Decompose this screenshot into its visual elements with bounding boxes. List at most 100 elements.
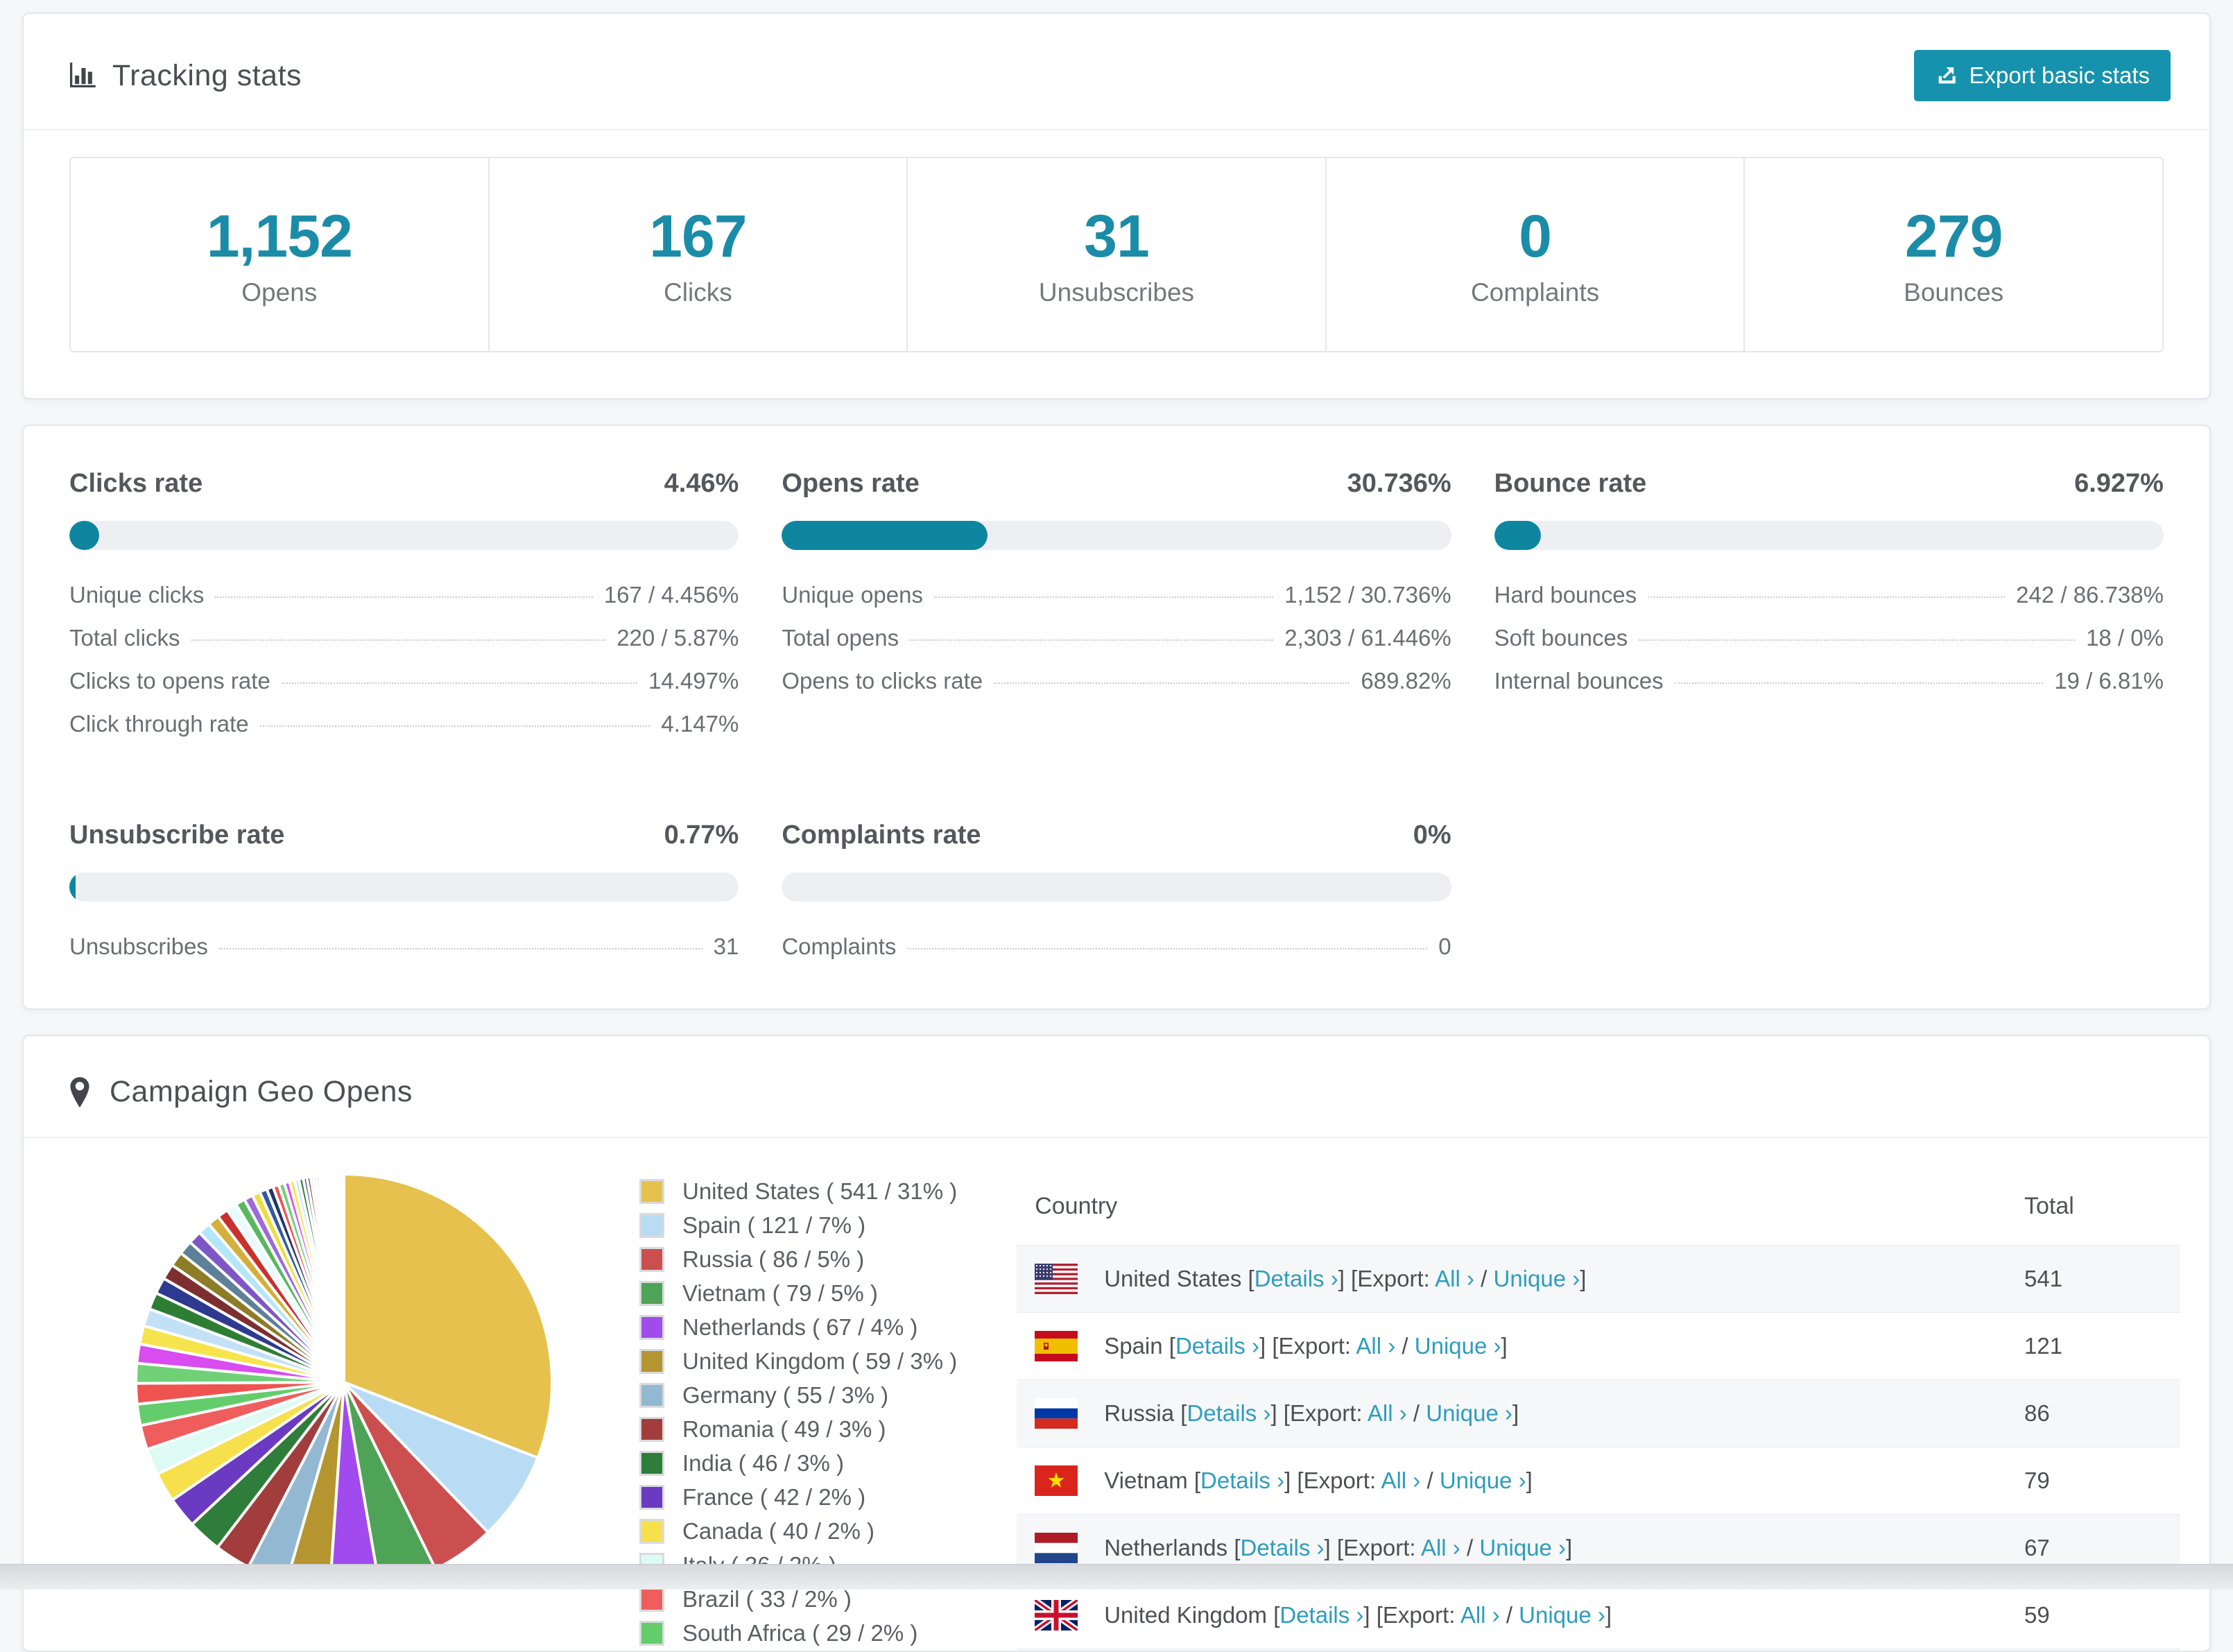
export-all-link-ru[interactable]: All ›: [1368, 1400, 1407, 1426]
export-unique-link-es[interactable]: Unique ›: [1415, 1333, 1501, 1359]
country-cell: Russia [Details ›] [Export: All › / Uniq…: [1104, 1400, 2024, 1427]
legend-label: Spain ( 121 / 7% ): [682, 1212, 865, 1239]
stat-value: 167: [649, 203, 747, 271]
rate-block-header: Opens rate30.736%: [782, 469, 1451, 499]
legend-label: France ( 42 / 2% ): [682, 1484, 865, 1511]
summary-stat-opens: 1,152Opens: [71, 158, 490, 351]
country-name: Netherlands: [1104, 1535, 1227, 1560]
progress-bar: [69, 521, 739, 550]
legend-label: United Kingdom ( 59 / 3% ): [682, 1348, 957, 1375]
detail-value: 689.82%: [1361, 668, 1451, 694]
legend-item-germany: Germany ( 55 / 3% ): [639, 1382, 957, 1409]
export-label: Export:: [1383, 1602, 1460, 1628]
progress-bar: [1494, 521, 2164, 550]
detail-label: Click through rate: [69, 711, 249, 737]
legend-label: Canada ( 40 / 2% ): [682, 1518, 874, 1545]
rate-block-opens-rate: Opens rate30.736% Unique opens1,152 / 30.…: [782, 469, 1451, 737]
country-cell: United Kingdom [Details ›] [Export: All …: [1104, 1602, 2024, 1628]
export-unique-link-gb[interactable]: Unique ›: [1519, 1602, 1605, 1628]
detail-label: Total opens: [782, 625, 899, 651]
dotted-leader: [934, 596, 1273, 598]
export-unique-link-vn[interactable]: Unique ›: [1440, 1468, 1526, 1493]
rate-detail-row: Unique opens1,152 / 30.736%: [782, 582, 1451, 608]
export-all-link-nl[interactable]: All ›: [1421, 1535, 1460, 1560]
total-cell: 86: [2024, 1400, 2180, 1427]
es-flag-icon: [1035, 1331, 1078, 1361]
table-row: Spain [Details ›] [Export: All › / Uniqu…: [1017, 1312, 2180, 1379]
export-unique-link-us[interactable]: Unique ›: [1493, 1266, 1580, 1291]
page-title: Tracking stats: [112, 59, 302, 93]
rate-value: 6.927%: [2074, 469, 2164, 499]
country-cell: Vietnam [Details ›] [Export: All › / Uni…: [1104, 1468, 2024, 1494]
stat-value: 31: [1084, 203, 1149, 271]
detail-value: 242 / 86.738%: [2016, 582, 2164, 608]
rate-title: Bounce rate: [1494, 469, 1647, 499]
details-link-ru[interactable]: Details ›: [1187, 1400, 1270, 1426]
details-link-nl[interactable]: Details ›: [1241, 1535, 1325, 1560]
bracket: [: [1174, 1400, 1187, 1426]
legend-swatch: [639, 1213, 664, 1238]
slash: /: [1395, 1333, 1415, 1359]
stat-value: 0: [1519, 203, 1551, 271]
rate-detail-rows: Complaints0: [782, 933, 1451, 960]
total-cell: 59: [2024, 1602, 2180, 1628]
legend-label: Russia ( 86 / 5% ): [682, 1246, 864, 1273]
export-all-link-gb[interactable]: All ›: [1460, 1602, 1500, 1628]
detail-label: Total clicks: [69, 625, 180, 651]
rate-value: 0.77%: [664, 820, 739, 850]
export-all-link-vn[interactable]: All ›: [1381, 1468, 1420, 1493]
summary-stat-complaints: 0Complaints: [1327, 158, 1745, 351]
bottom-scroll-band[interactable]: [0, 1564, 2233, 1590]
export-all-link-us[interactable]: All ›: [1435, 1266, 1474, 1291]
dotted-leader: [907, 948, 1427, 949]
rate-block-header: Bounce rate 6.927%: [1494, 469, 2164, 499]
detail-value: 18 / 0%: [2086, 625, 2164, 651]
rate-detail-rows: Unique opens1,152 / 30.736% Total opens2,…: [782, 582, 1451, 694]
total-cell: 79: [2024, 1468, 2180, 1494]
details-link-gb[interactable]: Details ›: [1279, 1602, 1363, 1628]
ru-flag-icon: [1035, 1398, 1078, 1429]
nl-flag-icon: [1035, 1533, 1078, 1563]
legend-swatch: [639, 1451, 664, 1476]
legend-item-india: India ( 46 / 3% ): [639, 1450, 957, 1477]
bracket: ] [: [1259, 1333, 1279, 1359]
dotted-leader: [1639, 639, 2075, 641]
table-row: Vietnam [Details ›] [Export: All › / Uni…: [1017, 1447, 2180, 1514]
export-unique-link-ru[interactable]: Unique ›: [1426, 1400, 1512, 1426]
export-all-link-es[interactable]: All ›: [1356, 1333, 1395, 1359]
bracket: ]: [1605, 1602, 1612, 1628]
dotted-leader: [1648, 596, 2005, 598]
legend-item-romania: Romania ( 49 / 3% ): [639, 1416, 957, 1443]
rate-block-clicks-rate: Clicks rate4.46% Unique clicks167 / 4.456…: [69, 469, 739, 737]
rate-detail-row: Unique clicks167 / 4.456%: [69, 582, 739, 608]
details-link-us[interactable]: Details ›: [1255, 1266, 1338, 1291]
dotted-leader: [994, 682, 1350, 684]
stat-value: 279: [1905, 203, 2003, 271]
export-unique-link-nl[interactable]: Unique ›: [1479, 1535, 1566, 1560]
rate-detail-row: Total opens2,303 / 61.446%: [782, 625, 1451, 651]
export-basic-stats-button[interactable]: Export basic stats: [1914, 50, 2171, 101]
legend-item-canada: Canada ( 40 / 2% ): [639, 1518, 957, 1545]
details-link-es[interactable]: Details ›: [1175, 1333, 1259, 1359]
progress-bar-fill: [782, 521, 988, 550]
progress-bar: [69, 872, 739, 902]
export-button-label: Export basic stats: [1969, 62, 2150, 89]
detail-label: Unique opens: [782, 582, 923, 608]
dotted-leader: [910, 639, 1273, 641]
detail-label: Clicks to opens rate: [69, 668, 270, 694]
progress-bar: [782, 521, 1451, 550]
country-name: Spain: [1104, 1333, 1162, 1359]
rate-block-header: Clicks rate4.46%: [69, 469, 739, 499]
bracket: ]: [1580, 1266, 1586, 1291]
rate-detail-rows: Unsubscribes31: [69, 933, 739, 960]
pie-slice-other-49[interactable]: [343, 1174, 344, 1382]
table-row: United Kingdom [Details ›] [Export: All …: [1017, 1581, 2180, 1649]
detail-value: 14.497%: [648, 668, 739, 694]
summary-stat-clicks: 167Clicks: [490, 158, 908, 351]
export-label: Export:: [1343, 1535, 1421, 1560]
details-link-vn[interactable]: Details ›: [1200, 1468, 1284, 1493]
tracking-stats-header: Tracking stats Export basic stats: [24, 14, 2209, 130]
detail-value: 31: [714, 933, 739, 960]
summary-stats-box: 1,152Opens167Clicks31Unsubscribes0Compla…: [69, 157, 2164, 352]
rate-title: Opens rate: [782, 469, 920, 499]
